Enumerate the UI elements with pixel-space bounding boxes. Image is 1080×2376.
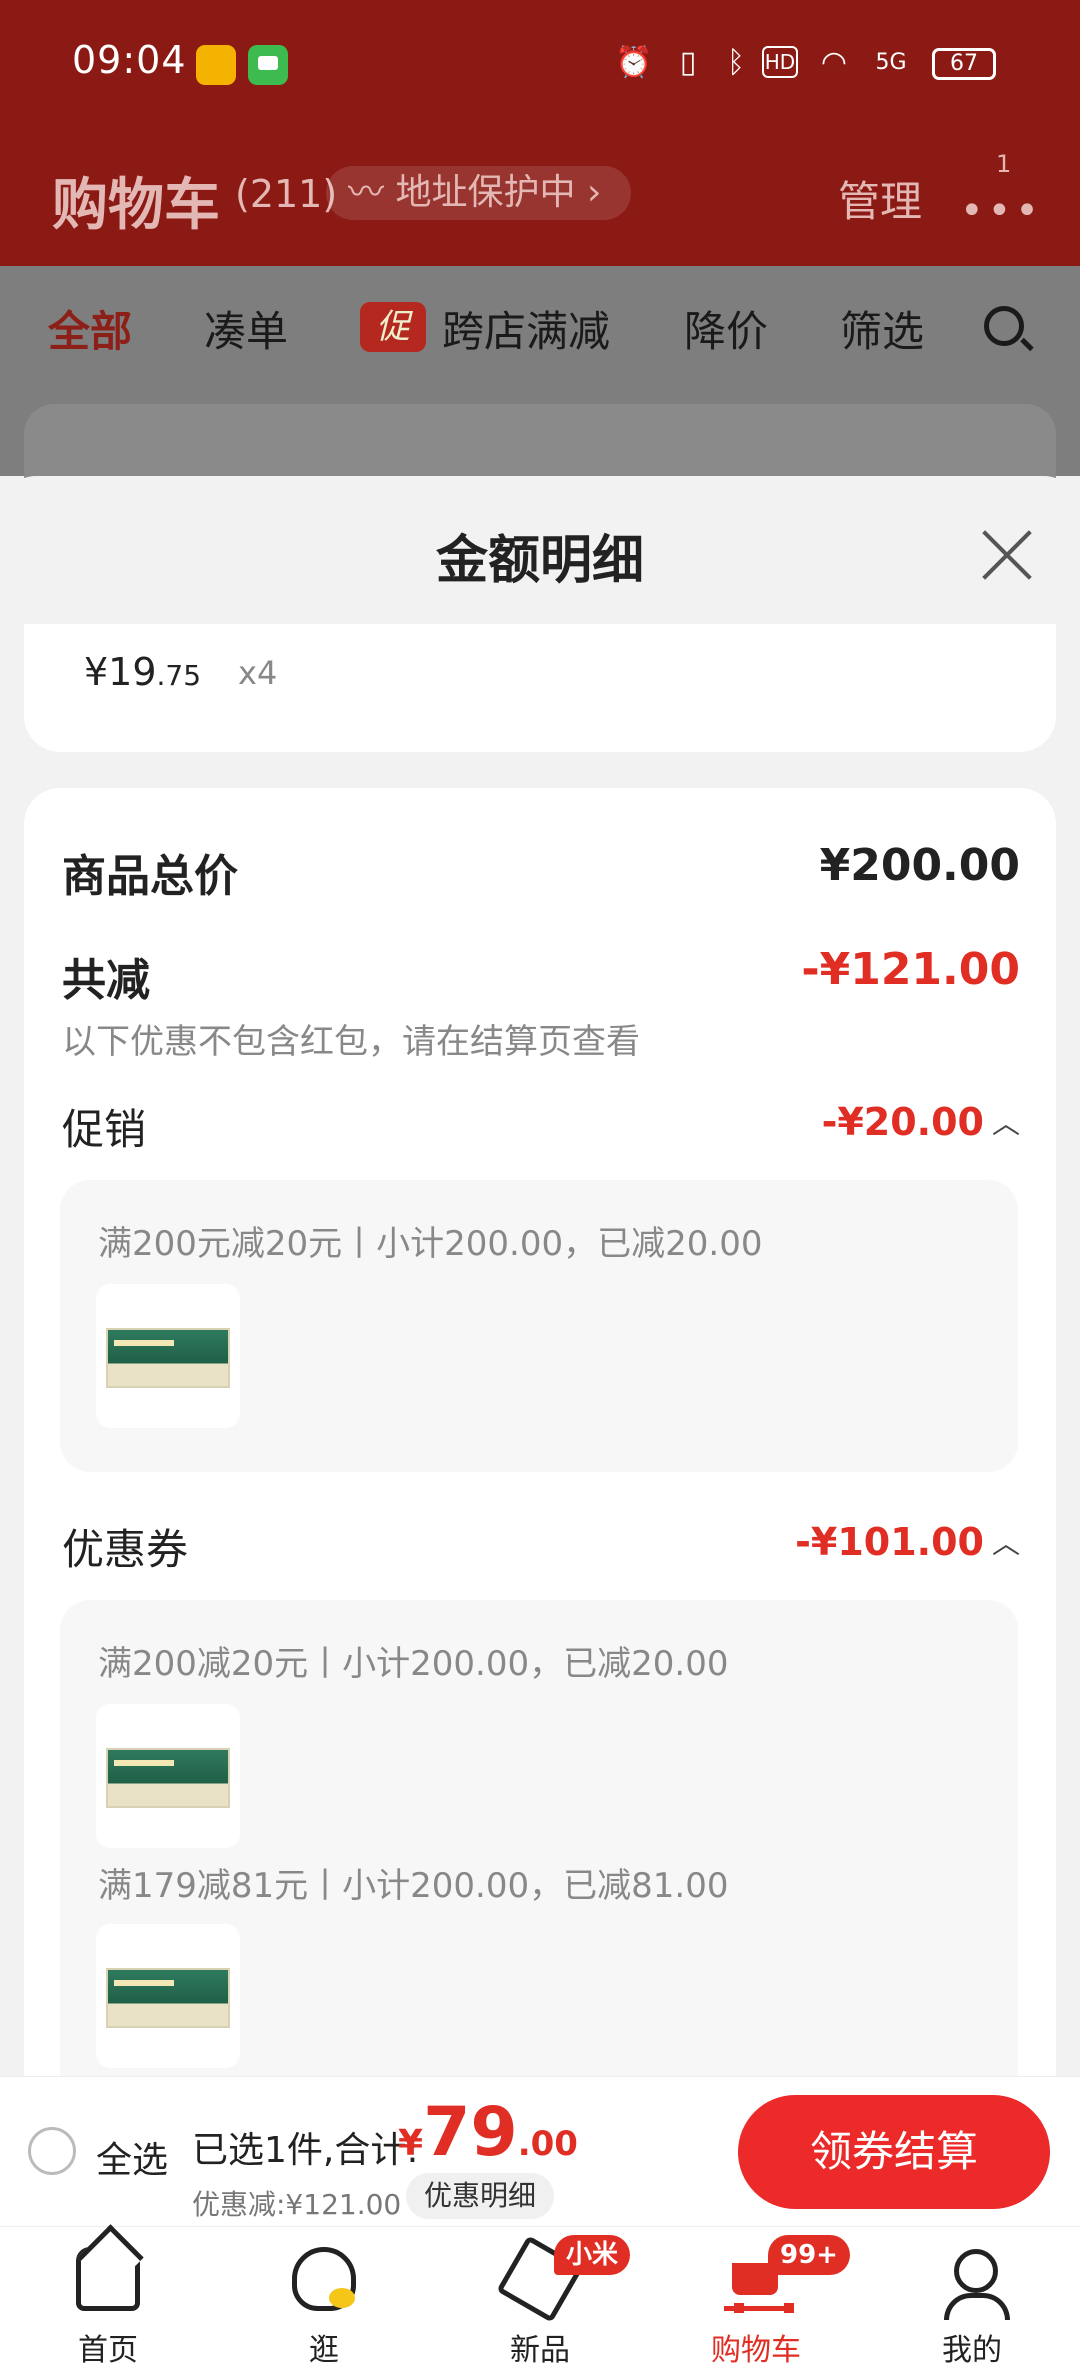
tab-home[interactable]: 首页 (0, 2227, 216, 2376)
search-icon[interactable] (984, 306, 1024, 346)
wifi-icon: ◠ (820, 44, 848, 80)
home-icon (76, 2247, 140, 2311)
goods-total-label: 商品总价 (62, 851, 238, 902)
discount-note: 以下优惠不包含红包，请在结算页查看 (62, 1022, 640, 1062)
selection-summary: 已选1件,合计: (192, 2130, 419, 2171)
bluetooth-icon: ᛒ (727, 44, 745, 80)
coupon-value[interactable]: -¥101.00 (795, 1520, 984, 1564)
filter-cross-store[interactable]: 跨店满减 (442, 298, 610, 359)
chevron-up-icon[interactable]: ︿ (992, 1102, 1020, 1142)
goods-total-value: ¥200.00 (819, 840, 1020, 891)
tab-browse-label: 逛 (309, 2333, 339, 2368)
chevron-right-icon: › (586, 172, 602, 213)
tab-mine[interactable]: 我的 (864, 2227, 1080, 2376)
product-thumbnail[interactable] (96, 1704, 240, 1848)
chevron-up-icon[interactable]: ︿ (992, 1522, 1020, 1562)
shield-icon: 〰 (348, 172, 385, 213)
price-breakdown-card: 商品总价 ¥200.00 共减 -¥121.00 以下优惠不包含红包，请在结算页… (24, 788, 1056, 2076)
signal-icon: 5G (866, 40, 916, 84)
promotion-value[interactable]: -¥20.00 (822, 1100, 984, 1144)
alarm-icon: ⏰ (615, 44, 653, 80)
cart-badge: 99+ (768, 2235, 850, 2275)
vibrate-icon: ▯ (679, 44, 697, 80)
total-currency: ¥ (398, 2123, 424, 2164)
tab-new[interactable]: 小米 新品 (432, 2227, 648, 2376)
coupon-rule-2: 满179减81元丨小计200.00，已减81.00 (98, 1866, 729, 1906)
manage-button[interactable]: 管理 (838, 168, 922, 229)
coupon-label: 优惠券 (62, 1525, 189, 1574)
hd-icon: HD (762, 46, 798, 78)
item-card: ¥19.75 x4 (24, 624, 1056, 752)
discount-summary: 优惠减:¥121.00 (192, 2188, 402, 2221)
battery-icon: 67 (932, 48, 996, 80)
promotion-detail-box: 满200元减20元丨小计200.00，已减20.00 (60, 1180, 1018, 1472)
status-bar: 09:04 ⏰ ▯ ᛒ HD ◠ 5G 67 (0, 0, 1080, 130)
filter-all[interactable]: 全部 (48, 298, 132, 359)
item-quantity: x4 (238, 654, 278, 692)
more-icon[interactable]: ••• (960, 188, 1043, 234)
message-notification-icon (248, 45, 288, 85)
total-price: ¥79.00 (398, 2093, 578, 2172)
tab-home-label: 首页 (78, 2333, 138, 2368)
checkout-button[interactable]: 领券结算 (738, 2095, 1050, 2209)
network-label: 5G (875, 49, 907, 75)
total-discount-value: -¥121.00 (801, 944, 1020, 995)
browse-icon (292, 2247, 356, 2311)
promotion-label: 促销 (62, 1105, 147, 1154)
total-discount-label: 共减 (62, 955, 150, 1006)
status-time: 09:04 (72, 38, 187, 82)
coupon-detail-box: 满200减20元丨小计200.00，已减20.00 满179减81元丨小计200… (60, 1600, 1018, 2076)
total-integer: 79 (423, 2093, 518, 2172)
tab-cart[interactable]: 99+ 购物车 (648, 2227, 864, 2376)
product-thumbnail[interactable] (96, 1284, 240, 1428)
total-decimal: .00 (517, 2124, 578, 2164)
tab-mine-label: 我的 (942, 2333, 1002, 2368)
user-icon (940, 2247, 1010, 2320)
address-protect-pill[interactable]: 〰 地址保护中 › (326, 166, 632, 220)
more-badge: 1 (996, 150, 1012, 178)
promo-tag-icon: 促 (360, 302, 426, 352)
filter-filter[interactable]: 筛选 (840, 298, 924, 359)
close-icon[interactable] (980, 528, 1034, 582)
promotion-rule: 满200元减20元丨小计200.00，已减20.00 (98, 1224, 763, 1264)
cart-count: (211) (235, 172, 338, 216)
checkout-bar: 全选 已选1件,合计: ¥79.00 优惠减:¥121.00 优惠明细 领券结算 (0, 2076, 1080, 2226)
app-notification-icon (196, 45, 236, 85)
tab-new-label: 新品 (510, 2333, 570, 2368)
item-price-decimal: .75 (156, 659, 202, 692)
amount-detail-sheet: 金额明细 ¥19.75 x4 商品总价 ¥200.00 共减 -¥121.00 … (0, 476, 1080, 2076)
discount-detail-button[interactable]: 优惠明细 (406, 2173, 555, 2219)
product-thumbnail[interactable] (96, 1924, 240, 2068)
item-price: ¥19.75 (84, 650, 201, 694)
bottom-tab-bar: 首页 逛 小米 新品 99+ 购物车 我的 (0, 2226, 1080, 2376)
tab-cart-label: 购物车 (711, 2333, 801, 2368)
new-badge: 小米 (554, 2235, 631, 2275)
coupon-rule-1: 满200减20元丨小计200.00，已减20.00 (98, 1644, 729, 1684)
filter-combine[interactable]: 凑单 (204, 298, 288, 359)
select-all-checkbox[interactable] (28, 2127, 76, 2175)
sheet-title: 金额明细 (435, 531, 644, 591)
item-price-main: ¥19 (84, 650, 157, 694)
top-header: 09:04 ⏰ ▯ ᛒ HD ◠ 5G 67 购物车 (211) 〰 地址保护中… (0, 0, 1080, 266)
page-title: 购物车 (52, 173, 220, 238)
tab-browse[interactable]: 逛 (216, 2227, 432, 2376)
select-all-label[interactable]: 全选 (96, 2131, 168, 2183)
filter-price-drop[interactable]: 降价 (684, 298, 768, 359)
address-protect-label: 地址保护中 (395, 172, 576, 213)
